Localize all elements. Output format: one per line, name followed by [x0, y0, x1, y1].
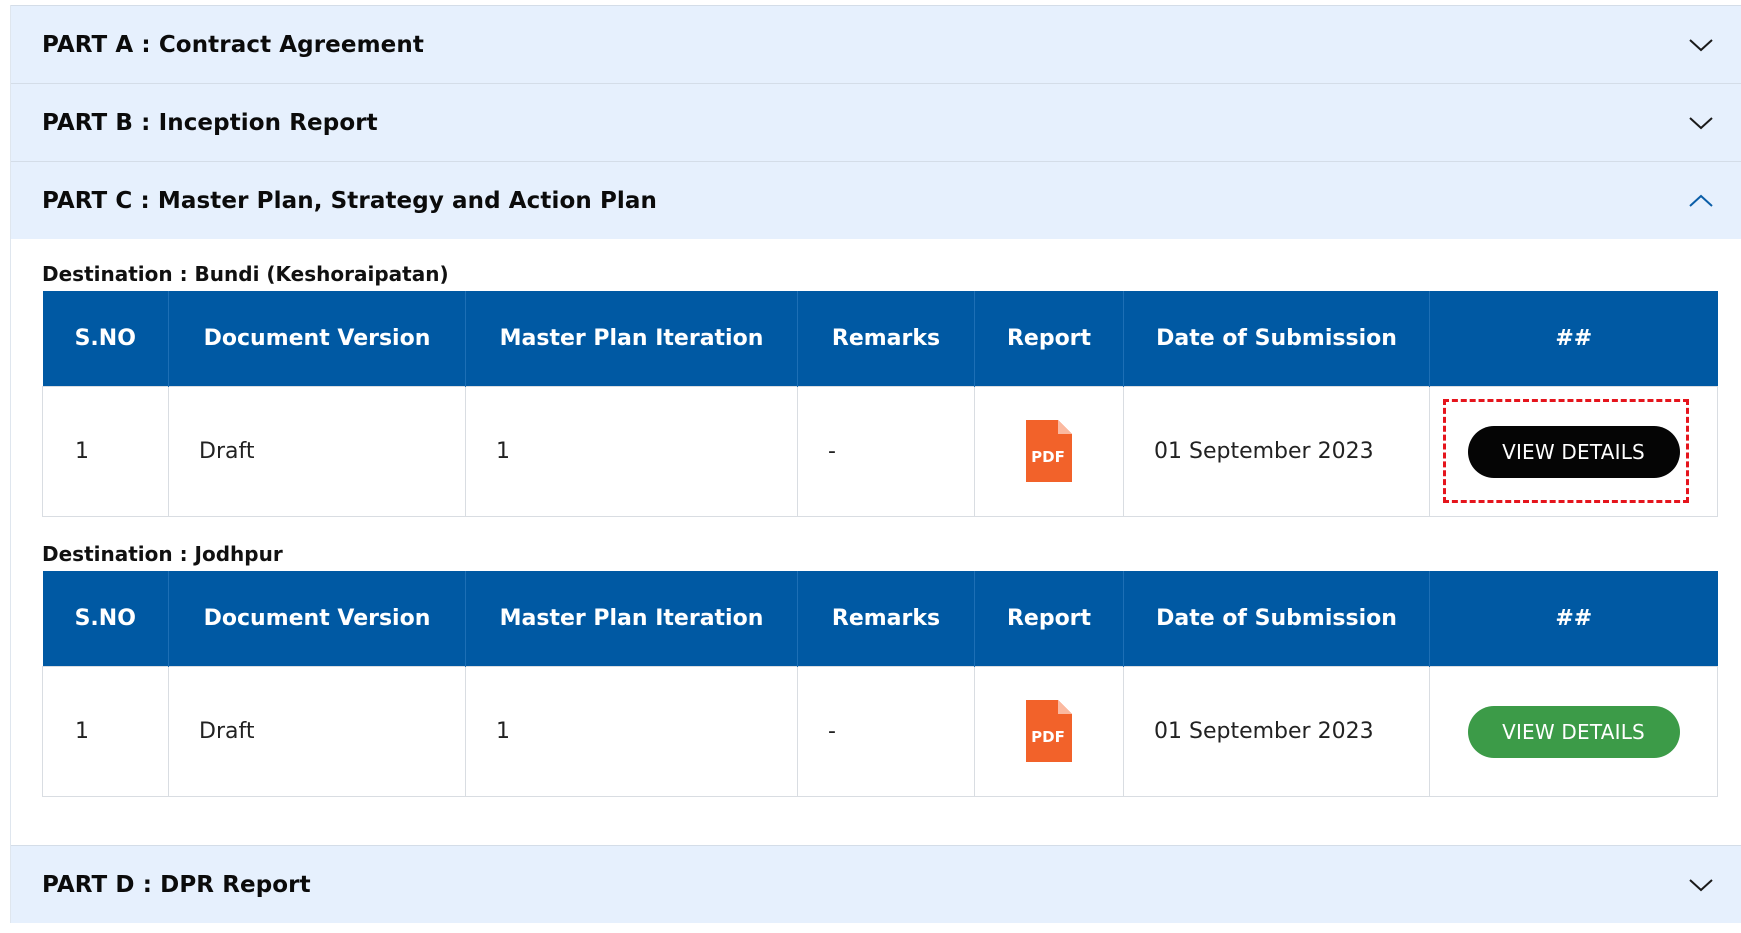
pdf-icon[interactable]: PDF [1024, 699, 1074, 764]
destination-label: Destination : Bundi (Keshoraipatan) [42, 262, 449, 286]
column-header-master-plan-iteration: Master Plan Iteration [465, 571, 798, 667]
table-header-row: S.NO Document Version Master Plan Iterat… [42, 571, 1718, 667]
column-header-remarks: Remarks [797, 291, 975, 387]
table-row: 1 Draft 1 - PDF 01 September 2023 VIEW D… [42, 666, 1718, 797]
accordion-header-part-c[interactable]: PART C : Master Plan, Strategy and Actio… [11, 161, 1741, 239]
cell-master-plan-iteration: 1 [465, 386, 798, 517]
chevron-down-icon[interactable] [1688, 877, 1714, 893]
cell-report: PDF [974, 386, 1124, 517]
destination-label: Destination : Jodhpur [42, 542, 283, 566]
column-header-report: Report [974, 571, 1124, 667]
cell-report: PDF [974, 666, 1124, 797]
accordion-header-part-b[interactable]: PART B : Inception Report [11, 83, 1741, 161]
svg-text:PDF: PDF [1031, 448, 1065, 466]
cell-actions: VIEW DETAILS [1429, 666, 1718, 797]
column-header-sno: S.NO [42, 291, 169, 387]
accordion-header-part-a[interactable]: PART A : Contract Agreement [11, 5, 1741, 83]
column-header-actions: ## [1429, 291, 1718, 387]
chevron-down-icon[interactable] [1688, 37, 1714, 53]
cell-document-version: Draft [168, 666, 466, 797]
accordion: PART A : Contract Agreement PART B : Inc… [10, 5, 1741, 923]
cell-master-plan-iteration: 1 [465, 666, 798, 797]
column-header-master-plan-iteration: Master Plan Iteration [465, 291, 798, 387]
accordion-title-part-d: PART D : DPR Report [42, 871, 311, 898]
accordion-title-part-a: PART A : Contract Agreement [42, 31, 424, 58]
table-row: 1 Draft 1 - PDF 01 September 2023 VIEW D… [42, 386, 1718, 517]
chevron-up-icon[interactable] [1688, 193, 1714, 209]
pdf-icon[interactable]: PDF [1024, 419, 1074, 484]
master-plan-table: S.NO Document Version Master Plan Iterat… [42, 291, 1718, 517]
column-header-document-version: Document Version [168, 291, 466, 387]
table-header-row: S.NO Document Version Master Plan Iterat… [42, 291, 1718, 387]
accordion-title-part-c: PART C : Master Plan, Strategy and Actio… [42, 187, 658, 214]
cell-date-of-submission: 01 September 2023 [1123, 386, 1430, 517]
column-header-remarks: Remarks [797, 571, 975, 667]
cell-sno: 1 [42, 666, 169, 797]
view-details-button[interactable]: VIEW DETAILS [1467, 705, 1680, 758]
accordion-header-part-d[interactable]: PART D : DPR Report [11, 845, 1741, 923]
column-header-sno: S.NO [42, 571, 169, 667]
cell-sno: 1 [42, 386, 169, 517]
cell-date-of-submission: 01 September 2023 [1123, 666, 1430, 797]
column-header-report: Report [974, 291, 1124, 387]
column-header-date-of-submission: Date of Submission [1123, 571, 1430, 667]
cell-remarks: - [797, 666, 975, 797]
view-details-button[interactable]: VIEW DETAILS [1467, 425, 1680, 478]
accordion-title-part-b: PART B : Inception Report [42, 109, 378, 136]
cell-document-version: Draft [168, 386, 466, 517]
accordion-body-part-c: Destination : Bundi (Keshoraipatan) S.NO… [11, 239, 1741, 845]
column-header-date-of-submission: Date of Submission [1123, 291, 1430, 387]
cell-remarks: - [797, 386, 975, 517]
master-plan-table: S.NO Document Version Master Plan Iterat… [42, 571, 1718, 797]
svg-text:PDF: PDF [1031, 728, 1065, 746]
cell-actions: VIEW DETAILS [1429, 386, 1718, 517]
chevron-down-icon[interactable] [1688, 115, 1714, 131]
column-header-document-version: Document Version [168, 571, 466, 667]
column-header-actions: ## [1429, 571, 1718, 667]
